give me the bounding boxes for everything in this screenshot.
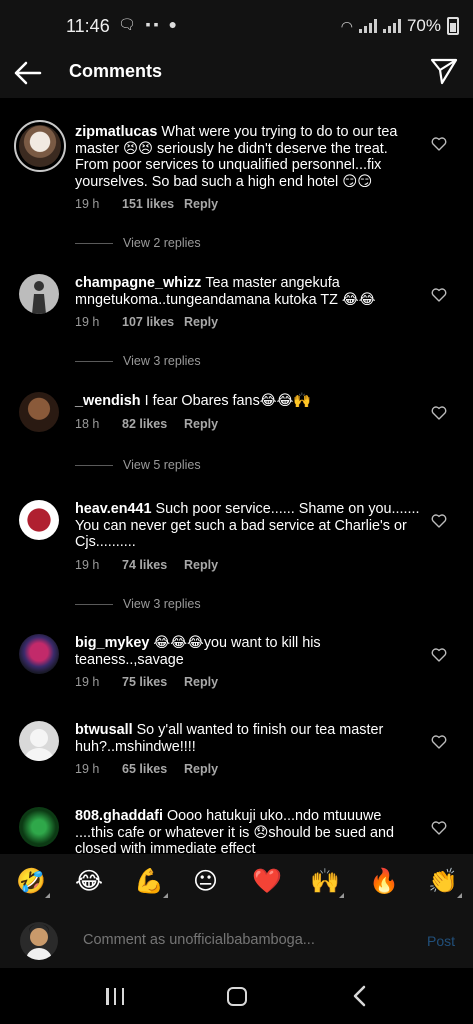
reply-button[interactable]: Reply: [184, 197, 218, 211]
comment-likes[interactable]: 82 likes: [122, 417, 184, 431]
emoji-button[interactable]: 🤣: [16, 868, 50, 898]
comment-username[interactable]: heav.en441: [75, 501, 152, 517]
default-avatar-icon: [24, 729, 54, 761]
comment-likes[interactable]: 107 likes: [122, 315, 184, 329]
comment-time: 19 h: [75, 762, 100, 776]
comment-meta: 19 h 75 likes Reply: [75, 675, 218, 689]
comment-likes[interactable]: 65 likes: [122, 762, 184, 776]
comment-meta: 18 h 82 likes Reply: [75, 417, 218, 431]
comment-text: btwusall So y'all wanted to finish our te…: [75, 722, 420, 755]
comment-text: big_mykey 😂😂😂you want to kill his teaness…: [75, 635, 420, 668]
status-time: 11:46: [66, 16, 110, 36]
person-silhouette-icon: [32, 281, 46, 314]
avatar[interactable]: [19, 807, 59, 847]
comment-time: 19 h: [75, 558, 100, 572]
emoji-button[interactable]: 😐: [193, 868, 218, 896]
emoji-button[interactable]: 🙌: [310, 868, 344, 898]
comment-username[interactable]: champagne_whizz: [75, 275, 201, 291]
avatar[interactable]: [19, 392, 59, 432]
recent-apps-icon[interactable]: [106, 988, 124, 1005]
reply-button[interactable]: Reply: [184, 675, 218, 689]
battery-icon: [447, 17, 459, 35]
comment-likes[interactable]: 75 likes: [122, 675, 184, 689]
emoji-button[interactable]: 😂: [75, 868, 103, 896]
divider: [75, 603, 113, 605]
reply-button[interactable]: Reply: [184, 558, 218, 572]
status-right: ◠ 70%: [341, 16, 459, 36]
comment-meta: 19 h 65 likes Reply: [75, 762, 218, 776]
comment-username[interactable]: zipmatlucas: [75, 124, 157, 140]
view-replies-button[interactable]: View 2 replies: [75, 236, 201, 250]
comment-text: champagne_whizz Tea master angekufa mnget…: [75, 275, 420, 308]
comment-composer: Post: [0, 914, 473, 968]
comment-username[interactable]: _wendish: [75, 393, 141, 409]
comment-body: I fear Obares fans😂😂🙌: [144, 393, 312, 409]
heart-icon[interactable]: [431, 406, 447, 420]
send-icon[interactable]: [429, 56, 459, 86]
view-replies-button[interactable]: View 3 replies: [75, 354, 201, 368]
view-replies-label: View 5 replies: [123, 458, 201, 472]
comment-likes[interactable]: 151 likes: [122, 197, 184, 211]
comment-text: zipmatlucas What were you trying to do to…: [75, 124, 420, 190]
emoji-button[interactable]: 🔥: [369, 868, 399, 896]
notification-icons: 🗨 ▪▪ ●: [118, 16, 180, 32]
page-title: Comments: [69, 61, 163, 81]
divider: [75, 242, 113, 244]
view-replies-label: View 3 replies: [123, 354, 201, 368]
comments-list[interactable]: zipmatlucas What were you trying to do to…: [0, 98, 473, 854]
comment-input[interactable]: [83, 932, 403, 948]
comment-likes[interactable]: 74 likes: [122, 558, 184, 572]
comment-username[interactable]: btwusall: [75, 722, 133, 738]
emoji-button[interactable]: 💪: [134, 868, 168, 898]
avatar[interactable]: [19, 721, 59, 761]
comment-text: 808.ghaddafi Oooo hatukuji uko...ndo mtuu…: [75, 808, 420, 854]
status-bar: 11:46 🗨 ▪▪ ● ◠ 70%: [0, 0, 473, 48]
view-replies-label: View 3 replies: [123, 597, 201, 611]
heart-icon[interactable]: [431, 137, 447, 151]
home-icon[interactable]: [227, 987, 247, 1006]
comment-username[interactable]: 808.ghaddafi: [75, 808, 163, 824]
wifi-icon: ◠: [340, 17, 353, 34]
divider: [75, 464, 113, 466]
view-replies-button[interactable]: View 3 replies: [75, 597, 201, 611]
avatar[interactable]: [19, 500, 59, 540]
battery-level: 70%: [406, 16, 441, 35]
view-replies-label: View 2 replies: [123, 236, 201, 250]
avatar[interactable]: [19, 274, 59, 314]
post-button[interactable]: Post: [427, 933, 455, 949]
heart-icon[interactable]: [431, 514, 447, 528]
comment-text: _wendish I fear Obares fans😂😂🙌: [75, 393, 420, 410]
divider: [75, 360, 113, 362]
avatar[interactable]: [19, 634, 59, 674]
heart-icon[interactable]: [431, 735, 447, 749]
reply-button[interactable]: Reply: [184, 315, 218, 329]
top-app-bar: Comments: [0, 48, 473, 98]
back-icon[interactable]: [352, 985, 368, 1007]
cartoon-face-icon: [26, 924, 52, 960]
comment-meta: 19 h 107 likes Reply: [75, 315, 218, 329]
signal-icon-2: [382, 19, 401, 33]
comment-time: 18 h: [75, 417, 100, 431]
comment-meta: 19 h 151 likes Reply: [75, 197, 218, 211]
current-user-avatar: [20, 922, 58, 960]
emoji-button[interactable]: 👏: [428, 868, 462, 898]
back-arrow-icon[interactable]: [12, 58, 44, 88]
heart-icon[interactable]: [431, 821, 447, 835]
reply-button[interactable]: Reply: [184, 417, 218, 431]
view-replies-button[interactable]: View 5 replies: [75, 458, 201, 472]
comment-text: heav.en441 Such poor service...... Shame …: [75, 501, 420, 551]
emoji-quick-bar: 🤣 😂 💪 😐 ❤️ 🙌 🔥 👏: [0, 854, 473, 914]
comment-meta: 19 h 74 likes Reply: [75, 558, 218, 572]
emoji-button[interactable]: ❤️: [252, 868, 282, 896]
signal-icon: [358, 19, 377, 33]
comment-time: 19 h: [75, 315, 100, 329]
heart-icon[interactable]: [431, 648, 447, 662]
comment-time: 19 h: [75, 675, 100, 689]
comment-username[interactable]: big_mykey: [75, 635, 149, 651]
system-navigation-bar: [0, 968, 473, 1024]
avatar[interactable]: [14, 120, 66, 172]
comment-time: 19 h: [75, 197, 100, 211]
heart-icon[interactable]: [431, 288, 447, 302]
reply-button[interactable]: Reply: [184, 762, 218, 776]
